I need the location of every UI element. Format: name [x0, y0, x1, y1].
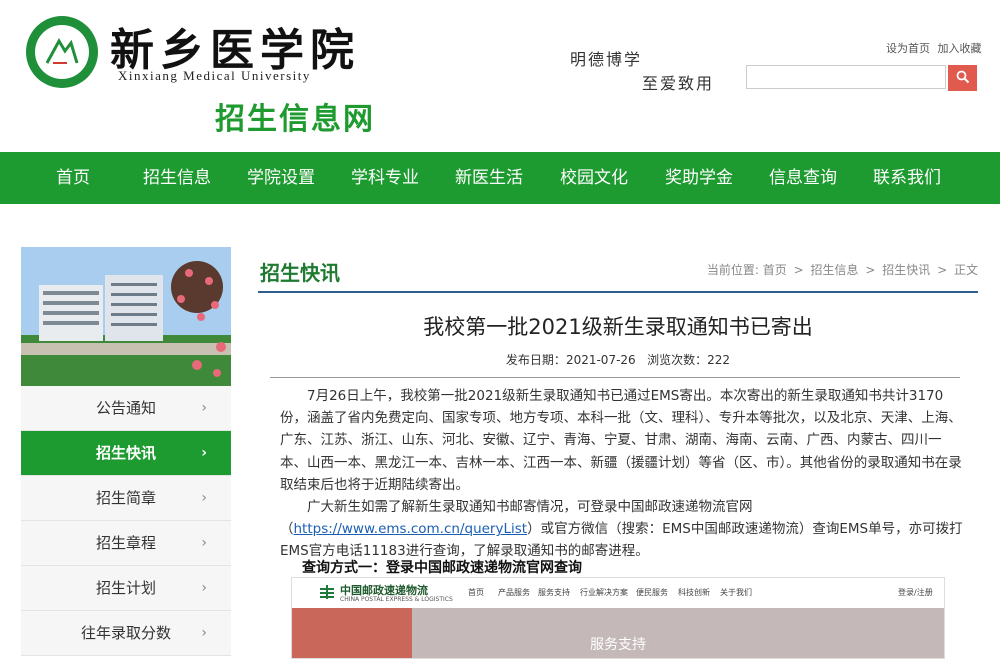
school-logo[interactable]	[26, 16, 98, 88]
add-favorite-link[interactable]: 加入收藏	[938, 42, 982, 55]
ems-nav-item: 便民服务	[636, 588, 668, 597]
view-count: 222	[707, 353, 731, 367]
breadcrumb-home[interactable]: 首页	[763, 263, 787, 277]
publish-date-label: 发布日期：	[505, 353, 566, 367]
top-links: 设为首页 加入收藏	[882, 40, 982, 56]
article-paragraph-2: 广大新生如需了解新生录取通知书邮寄情况，可登录中国邮政速递物流官网（https:…	[280, 496, 964, 563]
article-title: 我校第一批2021级新生录取通知书已寄出	[423, 315, 813, 339]
nav-item-contact[interactable]: 联系我们	[864, 152, 950, 204]
site-header: 新乡医学院 Xinxiang Medical University 招生信息网 …	[0, 0, 1000, 152]
nav-item-campus-culture[interactable]: 校园文化	[551, 152, 637, 204]
article-paragraph-1: 7月26日上午，我校第一批2021级新生录取通知书已通过EMS寄出。本次寄出的新…	[280, 388, 962, 493]
search-button[interactable]	[948, 65, 977, 91]
chevron-right-icon: ›	[201, 490, 207, 506]
set-home-link[interactable]: 设为首页	[886, 42, 930, 55]
breadcrumb-prefix: 当前位置:	[706, 263, 759, 277]
logo-emblem-icon	[45, 37, 79, 64]
sidebar: 公告通知 › 招生快讯 › 招生简章 › 招生章程 › 招生计划 › 往年录取分…	[21, 247, 231, 656]
nav-item-admission-info[interactable]: 招生信息	[134, 152, 220, 204]
ems-nav-item: 行业解决方案	[580, 588, 628, 597]
main-nav: 首页 招生信息 学院设置 学科专业 新医生活 校园文化 奖助学金 信息查询 联系…	[0, 152, 1000, 204]
ems-nav-item: 关于我们	[720, 588, 752, 597]
ems-header: 中国邮政速递物流 CHINA POSTAL EXPRESS & LOGISTIC…	[292, 578, 944, 609]
motto-line-1: 明德博学	[570, 50, 643, 69]
school-name-en: Xinxiang Medical University	[118, 68, 311, 83]
section-header: 招生快讯 当前位置: 首页 > 招生信息 > 招生快讯 > 正文	[258, 247, 978, 293]
chevron-right-icon: ›	[201, 445, 207, 461]
motto-line-2: 至爱致用	[642, 74, 715, 93]
breadcrumb-admission-info[interactable]: 招生信息	[811, 263, 859, 277]
breadcrumb-separator: >	[793, 263, 804, 277]
chevron-right-icon: ›	[201, 400, 207, 416]
ems-nav-item: 首页	[468, 588, 484, 597]
logo-inner	[35, 25, 89, 79]
ems-login-link: 登录/注册	[898, 588, 933, 597]
search-input[interactable]	[746, 65, 946, 89]
sidebar-item-label: 招生计划	[95, 579, 156, 597]
ems-banner-image	[292, 608, 412, 658]
sidebar-item-plan[interactable]: 招生计划 ›	[21, 566, 231, 611]
breadcrumb-current: 正文	[953, 263, 978, 277]
campus-photo-illustration	[21, 247, 231, 386]
ems-query-link[interactable]: https://www.ems.com.cn/queryList	[294, 521, 528, 537]
sidebar-item-past-scores[interactable]: 往年录取分数 ›	[21, 611, 231, 656]
ems-logo-subtitle: CHINA POSTAL EXPRESS & LOGISTICS	[340, 596, 453, 603]
query-method-heading: 查询方式一：登录中国邮政速递物流官网查询	[302, 560, 582, 576]
article-divider	[270, 377, 960, 378]
sidebar-item-label: 招生简章	[95, 489, 156, 507]
nav-item-scholarships[interactable]: 奖助学金	[656, 152, 742, 204]
sidebar-item-label: 招生章程	[95, 534, 156, 552]
breadcrumb-separator: >	[937, 263, 948, 277]
ems-nav-item: 产品服务	[498, 588, 530, 597]
ems-banner: 服务支持	[292, 608, 944, 658]
nav-item-majors[interactable]: 学科专业	[342, 152, 428, 204]
nav-item-home[interactable]: 首页	[34, 152, 112, 204]
ems-nav-item: 服务支持	[538, 588, 570, 597]
chevron-right-icon: ›	[201, 625, 207, 641]
ems-nav-item: 科技创新	[678, 588, 710, 597]
campus-photo	[21, 247, 231, 386]
publish-date: 2021-07-26	[565, 353, 636, 367]
main-content: 招生快讯 当前位置: 首页 > 招生信息 > 招生快讯 > 正文 我校第一批20…	[258, 247, 978, 659]
article-body: 7月26日上午，我校第一批2021级新生录取通知书已通过EMS寄出。本次寄出的新…	[280, 385, 964, 563]
nav-item-student-life[interactable]: 新医生活	[446, 152, 532, 204]
breadcrumb: 当前位置: 首页 > 招生信息 > 招生快讯 > 正文	[707, 261, 978, 278]
sidebar-item-label: 招生快讯	[95, 444, 156, 462]
sidebar-item-admission-news[interactable]: 招生快讯 ›	[21, 431, 231, 476]
chevron-right-icon: ›	[201, 535, 207, 551]
section-title: 招生快讯	[260, 261, 340, 285]
nav-item-colleges[interactable]: 学院设置	[238, 152, 324, 204]
breadcrumb-admission-news[interactable]: 招生快讯	[882, 263, 930, 277]
ems-banner-text: 服务支持	[590, 637, 646, 653]
nav-item-info-query[interactable]: 信息查询	[760, 152, 846, 204]
chevron-right-icon: ›	[201, 580, 207, 596]
sidebar-item-regulations[interactable]: 招生章程 ›	[21, 521, 231, 566]
china-post-logo-icon	[320, 585, 334, 599]
breadcrumb-separator: >	[865, 263, 876, 277]
search-icon	[956, 70, 969, 83]
ems-website-screenshot: 中国邮政速递物流 CHINA POSTAL EXPRESS & LOGISTIC…	[291, 577, 945, 659]
sidebar-item-notices[interactable]: 公告通知 ›	[21, 386, 231, 431]
article-meta: 发布日期：2021-07-26 浏览次数：222	[258, 351, 978, 368]
sidebar-item-label: 公告通知	[95, 399, 156, 417]
sidebar-item-label: 往年录取分数	[80, 624, 171, 642]
site-title: 招生信息网	[215, 102, 375, 137]
views-label: 浏览次数：	[647, 353, 708, 367]
sidebar-item-brochure[interactable]: 招生简章 ›	[21, 476, 231, 521]
